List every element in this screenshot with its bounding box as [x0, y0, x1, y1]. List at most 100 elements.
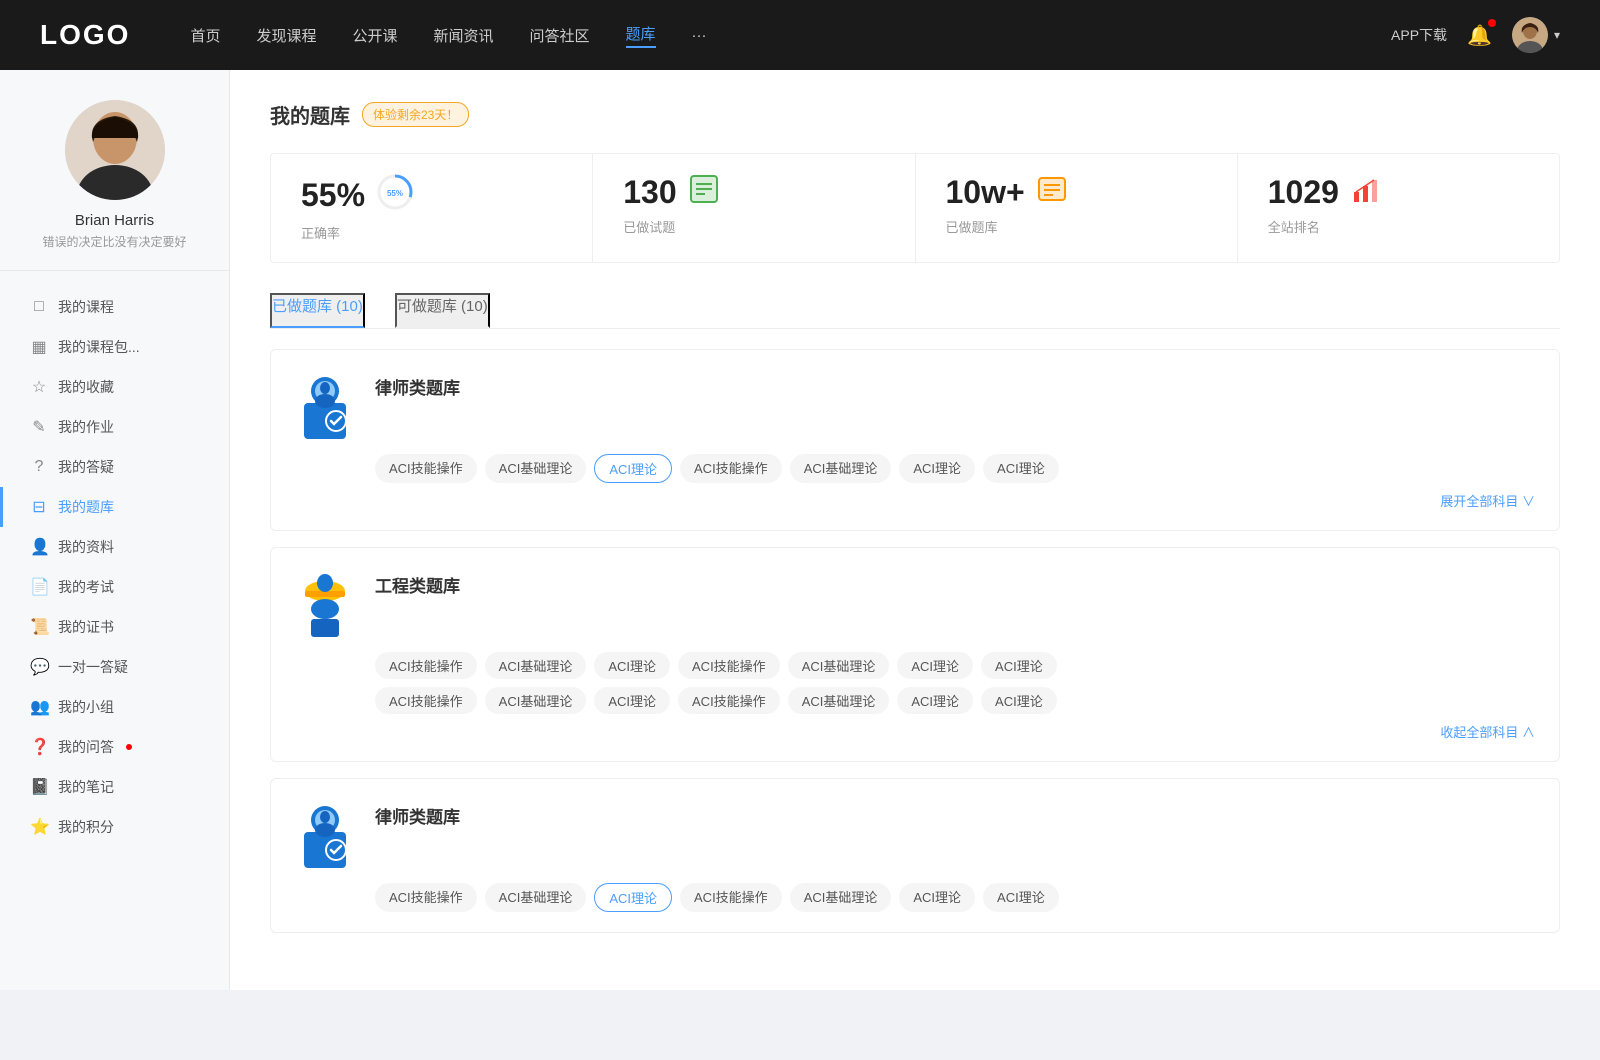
bank2-title: 工程类题库 [375, 568, 460, 597]
my-notes-icon: 📓 [30, 777, 48, 797]
my-qa-icon: ? [30, 458, 48, 476]
page-header: 我的题库 体验剩余23天！ [270, 100, 1560, 129]
sidebar-item-1on1-qa[interactable]: 💬 一对一答疑 [0, 647, 229, 687]
bank2-collapse-link[interactable]: 收起全部科目 ∧ [295, 722, 1535, 741]
bank2-tag-4[interactable]: ACI基础理论 [788, 652, 890, 679]
bank2-tag-3[interactable]: ACI技能操作 [678, 652, 780, 679]
bank2-tags-row1: ACI技能操作 ACI基础理论 ACI理论 ACI技能操作 ACI基础理论 AC… [375, 652, 1535, 679]
bank-card-1: 律师类题库 ACI技能操作 ACI基础理论 ACI理论 ACI技能操作 ACI基… [270, 349, 1560, 531]
bank3-tag-1[interactable]: ACI基础理论 [485, 883, 587, 912]
bank1-tag-5[interactable]: ACI理论 [899, 454, 975, 483]
bank3-tag-0[interactable]: ACI技能操作 [375, 883, 477, 912]
my-exams-icon: 📄 [30, 577, 48, 597]
bank2-tag2-6[interactable]: ACI理论 [981, 687, 1057, 714]
my-questions-icon: ❓ [30, 737, 48, 757]
bank3-tag-5[interactable]: ACI理论 [899, 883, 975, 912]
bank3-tag-2[interactable]: ACI理论 [594, 883, 672, 912]
bank3-tag-6[interactable]: ACI理论 [983, 883, 1059, 912]
sidebar-item-my-courses[interactable]: □ 我的课程 [0, 287, 229, 327]
nav-more[interactable]: ··· [692, 27, 707, 44]
sidebar-label-my-courses: 我的课程 [58, 297, 114, 317]
sidebar-item-my-group[interactable]: 👥 我的小组 [0, 687, 229, 727]
nav-courses[interactable]: 发现课程 [256, 25, 316, 46]
bank2-icon [295, 568, 355, 638]
stat-label-done: 已做试题 [623, 217, 884, 236]
bank1-expand-link[interactable]: 展开全部科目 ∨ [295, 491, 1535, 510]
bank2-tag2-0[interactable]: ACI技能操作 [375, 687, 477, 714]
bank3-tag-4[interactable]: ACI基础理论 [790, 883, 892, 912]
logo: LOGO [40, 19, 130, 51]
done-banks-icon [1037, 174, 1067, 211]
profile-name: Brian Harris [75, 212, 154, 229]
nav-open-course[interactable]: 公开课 [352, 25, 397, 46]
stat-ranking: 1029 全站排名 [1238, 154, 1559, 262]
stat-label-accuracy: 正确率 [301, 223, 562, 242]
sidebar-item-question-bank[interactable]: ⊟ 我的题库 [0, 487, 229, 527]
bank-card-3: 律师类题库 ACI技能操作 ACI基础理论 ACI理论 ACI技能操作 ACI基… [270, 778, 1560, 933]
trial-badge: 体验剩余23天！ [362, 102, 469, 127]
page-title: 我的题库 [270, 100, 350, 129]
stat-value-accuracy: 55% [301, 177, 365, 214]
nav-news[interactable]: 新闻资讯 [434, 25, 494, 46]
bank1-tag-0[interactable]: ACI技能操作 [375, 454, 477, 483]
sidebar-item-my-questions[interactable]: ❓ 我的问答 [0, 727, 229, 767]
my-points-icon: ⭐ [30, 817, 48, 837]
questions-notification-dot [126, 744, 132, 750]
ranking-icon [1351, 174, 1381, 211]
sidebar-item-my-points[interactable]: ⭐ 我的积分 [0, 807, 229, 847]
sidebar-label-profile: 我的资料 [58, 537, 114, 557]
nav-home[interactable]: 首页 [190, 25, 220, 46]
bank2-tag2-3[interactable]: ACI技能操作 [678, 687, 780, 714]
sidebar-item-my-exams[interactable]: 📄 我的考试 [0, 567, 229, 607]
nav-qa[interactable]: 问答社区 [530, 25, 590, 46]
sidebar-label-homework: 我的作业 [58, 417, 114, 437]
tab-available-banks[interactable]: 可做题库 (10) [395, 293, 490, 328]
bank1-tag-1[interactable]: ACI基础理论 [485, 454, 587, 483]
app-download-button[interactable]: APP下载 [1391, 25, 1447, 45]
bank3-icon [295, 799, 355, 869]
notification-badge [1488, 19, 1496, 27]
question-bank-icon: ⊟ [30, 497, 48, 517]
avatar [1512, 17, 1548, 53]
stats-row: 55% 55% 正确率 130 [270, 153, 1560, 263]
bank1-tag-2[interactable]: ACI理论 [594, 454, 672, 483]
nav-menu: 首页 发现课程 公开课 新闻资讯 问答社区 题库 ··· [190, 23, 1391, 48]
user-avatar-button[interactable]: ▾ [1512, 17, 1560, 53]
sidebar: Brian Harris 错误的决定比没有决定要好 □ 我的课程 ▦ 我的课程包… [0, 70, 230, 990]
bank2-tag-5[interactable]: ACI理论 [897, 652, 973, 679]
bank2-tag-6[interactable]: ACI理论 [981, 652, 1057, 679]
bank1-tag-4[interactable]: ACI基础理论 [790, 454, 892, 483]
tab-done-banks[interactable]: 已做题库 (10) [270, 293, 365, 328]
bank2-tag-2[interactable]: ACI理论 [594, 652, 670, 679]
profile-motto: 错误的决定比没有决定要好 [42, 233, 186, 250]
sidebar-item-profile[interactable]: 👤 我的资料 [0, 527, 229, 567]
sidebar-item-my-notes[interactable]: 📓 我的笔记 [0, 767, 229, 807]
bank2-tag2-4[interactable]: ACI基础理论 [788, 687, 890, 714]
stat-done-questions: 130 已做试题 [593, 154, 915, 262]
bank1-tag-6[interactable]: ACI理论 [983, 454, 1059, 483]
notification-icon[interactable]: 🔔 [1467, 23, 1492, 48]
stat-label-rank: 全站排名 [1268, 217, 1529, 236]
sidebar-label-my-exams: 我的考试 [58, 577, 114, 597]
sidebar-item-course-packages[interactable]: ▦ 我的课程包... [0, 327, 229, 367]
bank1-tag-3[interactable]: ACI技能操作 [680, 454, 782, 483]
sidebar-item-homework[interactable]: ✎ 我的作业 [0, 407, 229, 447]
sidebar-item-favorites[interactable]: ☆ 我的收藏 [0, 367, 229, 407]
sidebar-item-my-qa[interactable]: ? 我的答疑 [0, 447, 229, 487]
sidebar-label-favorites: 我的收藏 [58, 377, 114, 397]
stat-label-banks: 已做题库 [946, 217, 1207, 236]
bank2-tag2-1[interactable]: ACI基础理论 [485, 687, 587, 714]
bank2-tag-0[interactable]: ACI技能操作 [375, 652, 477, 679]
nav-questions[interactable]: 题库 [626, 23, 656, 48]
my-group-icon: 👥 [30, 697, 48, 717]
bank3-tag-3[interactable]: ACI技能操作 [680, 883, 782, 912]
sidebar-menu: □ 我的课程 ▦ 我的课程包... ☆ 我的收藏 ✎ 我的作业 ? 我的答疑 ⊟… [0, 271, 229, 863]
bank2-tag2-5[interactable]: ACI理论 [897, 687, 973, 714]
sidebar-item-certificates[interactable]: 📜 我的证书 [0, 607, 229, 647]
stat-value-rank: 1029 [1268, 174, 1339, 211]
page-container: Brian Harris 错误的决定比没有决定要好 □ 我的课程 ▦ 我的课程包… [0, 70, 1600, 990]
navbar-right: APP下载 🔔 ▾ [1391, 17, 1560, 53]
svg-text:55%: 55% [387, 189, 403, 198]
bank2-tag-1[interactable]: ACI基础理论 [485, 652, 587, 679]
bank2-tag2-2[interactable]: ACI理论 [594, 687, 670, 714]
